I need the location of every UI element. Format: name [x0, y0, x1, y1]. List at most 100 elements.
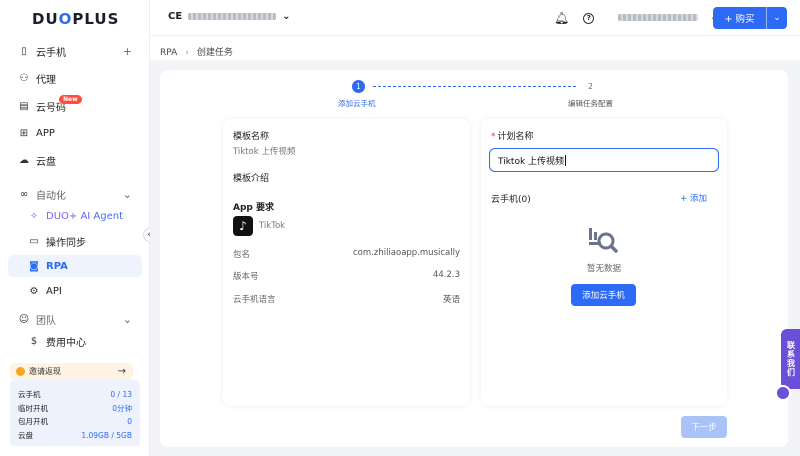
robot-icon: ◙: [29, 260, 39, 272]
team-icon: ☺: [18, 313, 30, 325]
sidebar: DUOPLUS ▯ 云手机 + ⚇ 代理 ▤ 云号码 New ⊞ APP ☁ 云…: [0, 0, 150, 456]
tiktok-icon: ♪: [233, 216, 253, 236]
stat-value: 0: [127, 417, 132, 427]
stat-value: 0分钟: [112, 403, 132, 413]
stat-value: 1.09GB / 5GB: [81, 430, 132, 440]
breadcrumb: RPA › 创建任务: [160, 45, 233, 58]
step-1-indicator: 1: [352, 80, 365, 93]
redacted-account-name: [188, 13, 277, 20]
plan-name-value: Tiktok 上传视频: [498, 156, 565, 167]
add-phone-link[interactable]: + 添加: [680, 192, 707, 204]
version-key: 版本号: [233, 272, 259, 282]
grid-icon: ⊞: [19, 127, 29, 139]
sidebar-item-sync[interactable]: ▭ 操作同步: [8, 230, 142, 252]
sidebar-item-app[interactable]: ⊞ APP: [8, 122, 142, 144]
sidebar-item-label: RPA: [46, 260, 68, 272]
template-intro-label: 模板介绍: [233, 174, 270, 184]
help-icon[interactable]: ?: [583, 12, 595, 24]
sidebar-item-billing[interactable]: $ 费用中心: [8, 330, 142, 352]
sidebar-group-automation[interactable]: ∞ 自动化 ⌄: [8, 183, 142, 205]
text-cursor: [565, 154, 567, 166]
sidebar-item-ai-agent[interactable]: ✧ DUO+ AI Agent: [8, 205, 142, 227]
account-initials: CE: [168, 11, 183, 22]
sidebar-item-label: 团队: [36, 315, 56, 327]
sidebar-item-label: 云盘: [36, 156, 56, 168]
sidebar-group-team[interactable]: ☺ 团队 ⌄: [8, 308, 142, 330]
chevron-down-icon: ⌄: [122, 312, 132, 326]
sidebar-item-api[interactable]: ⚙ API: [8, 280, 142, 302]
sidebar-item-label: DUO+ AI Agent: [46, 210, 124, 222]
stat-row: 云手机 0 / 13: [18, 388, 132, 402]
empty-data-text: 暂无数据: [586, 264, 621, 274]
buy-label[interactable]: + 购买: [713, 7, 767, 29]
sidebar-item-rpa[interactable]: ◙ RPA: [8, 255, 142, 277]
stat-label: 云手机: [18, 390, 41, 400]
cloud-phone-count-label: 云手机(0): [491, 195, 531, 205]
ai-agent-icon: ✧: [29, 210, 39, 222]
cloud-icon: ☁: [19, 154, 29, 166]
sidebar-item-label: 云手机: [36, 47, 66, 59]
topbar: CE ⌄ 🔔︎ ? ⌄ + 购买 ⌄: [150, 0, 800, 36]
sidebar-item-cloud-phone[interactable]: ▯ 云手机 +: [8, 40, 142, 62]
chevron-down-icon: ⌄: [282, 11, 291, 22]
app-requirement-label: App 要求: [233, 203, 274, 213]
sync-icon: ▭: [29, 235, 39, 247]
proxy-icon: ⚇: [19, 72, 29, 84]
sidebar-item-label: 操作同步: [46, 237, 86, 249]
sim-icon: ▤: [19, 100, 29, 112]
package-key: 包名: [233, 250, 251, 260]
add-cloud-phone-icon[interactable]: +: [123, 45, 132, 58]
bell-icon[interactable]: 🔔︎: [554, 11, 569, 25]
version-value: 44.2.3: [432, 270, 460, 280]
sidebar-item-label: API: [46, 285, 62, 297]
stat-label: 包月开机: [18, 417, 48, 427]
buy-button[interactable]: + 购买 ⌄: [713, 7, 787, 29]
plan-name-label-text: 计划名称: [497, 132, 534, 142]
coin-icon: [16, 367, 25, 376]
language-value: 英语: [442, 295, 460, 305]
empty-data-icon: [589, 228, 618, 253]
invite-label: 邀请返现: [29, 367, 61, 376]
step-2-label: 编辑任务配置: [568, 99, 613, 108]
template-name-value: Tiktok 上传视频: [233, 147, 296, 157]
contact-us-tab[interactable]: 联系我们: [781, 329, 800, 389]
stat-row: 包月开机 0: [18, 415, 132, 429]
topbar-icons: 🔔︎ ?: [554, 11, 595, 25]
sidebar-item-cloud-disk[interactable]: ☁ 云盘: [8, 149, 142, 171]
logo[interactable]: DUOPLUS: [32, 10, 119, 28]
usage-stats: 云手机 0 / 13 临时开机 0分钟 包月开机 0 云盘 1.09GB / 5GB: [10, 380, 140, 446]
chat-bot-icon[interactable]: [775, 385, 791, 401]
next-step-button[interactable]: 下一步: [681, 416, 727, 438]
user-menu[interactable]: ⌄: [618, 12, 718, 23]
buy-dropdown-icon[interactable]: ⌄: [767, 13, 787, 23]
package-value: com.zhiliaoapp.musically: [353, 248, 460, 258]
breadcrumb-current: 创建任务: [196, 48, 233, 58]
stat-value: 0 / 13: [110, 390, 132, 400]
stat-label: 云盘: [18, 430, 33, 440]
step-1-label: 添加云手机: [338, 99, 376, 108]
invite-cashback-banner[interactable]: 邀请返现 →: [10, 363, 133, 380]
sidebar-item-label: APP: [36, 127, 55, 139]
stepper: 1 2 添加云手机 编辑任务配置: [160, 78, 788, 112]
dollar-icon: $: [30, 335, 38, 347]
breadcrumb-separator: ›: [185, 48, 189, 58]
language-key: 云手机语言: [233, 295, 276, 305]
plan-config-card: * 计划名称 Tiktok 上传视频 云手机(0) + 添加 暂无数据 添加云手机: [481, 119, 727, 406]
stat-label: 临时开机: [18, 403, 48, 413]
required-mark: *: [491, 132, 496, 142]
sidebar-item-label: 自动化: [36, 190, 66, 202]
template-info-card: 模板名称 Tiktok 上传视频 模板介绍 App 要求 ♪ TikTok 包名…: [223, 119, 470, 406]
breadcrumb-root[interactable]: RPA: [160, 48, 177, 58]
new-badge: New: [59, 95, 82, 104]
stat-row: 云盘 1.09GB / 5GB: [18, 429, 132, 443]
app-name: TikTok: [259, 221, 286, 231]
sidebar-item-proxy[interactable]: ⚇ 代理: [8, 67, 142, 89]
infinity-icon: ∞: [19, 188, 29, 200]
add-cloud-phone-button[interactable]: 添加云手机: [571, 284, 636, 306]
api-icon: ⚙: [29, 285, 39, 297]
chevron-down-icon: ⌄: [122, 187, 132, 201]
sidebar-item-label: 代理: [36, 74, 56, 86]
plan-name-input[interactable]: Tiktok 上传视频: [489, 148, 719, 172]
arrow-right-icon: →: [117, 366, 126, 377]
account-switcher[interactable]: CE ⌄: [168, 11, 291, 22]
